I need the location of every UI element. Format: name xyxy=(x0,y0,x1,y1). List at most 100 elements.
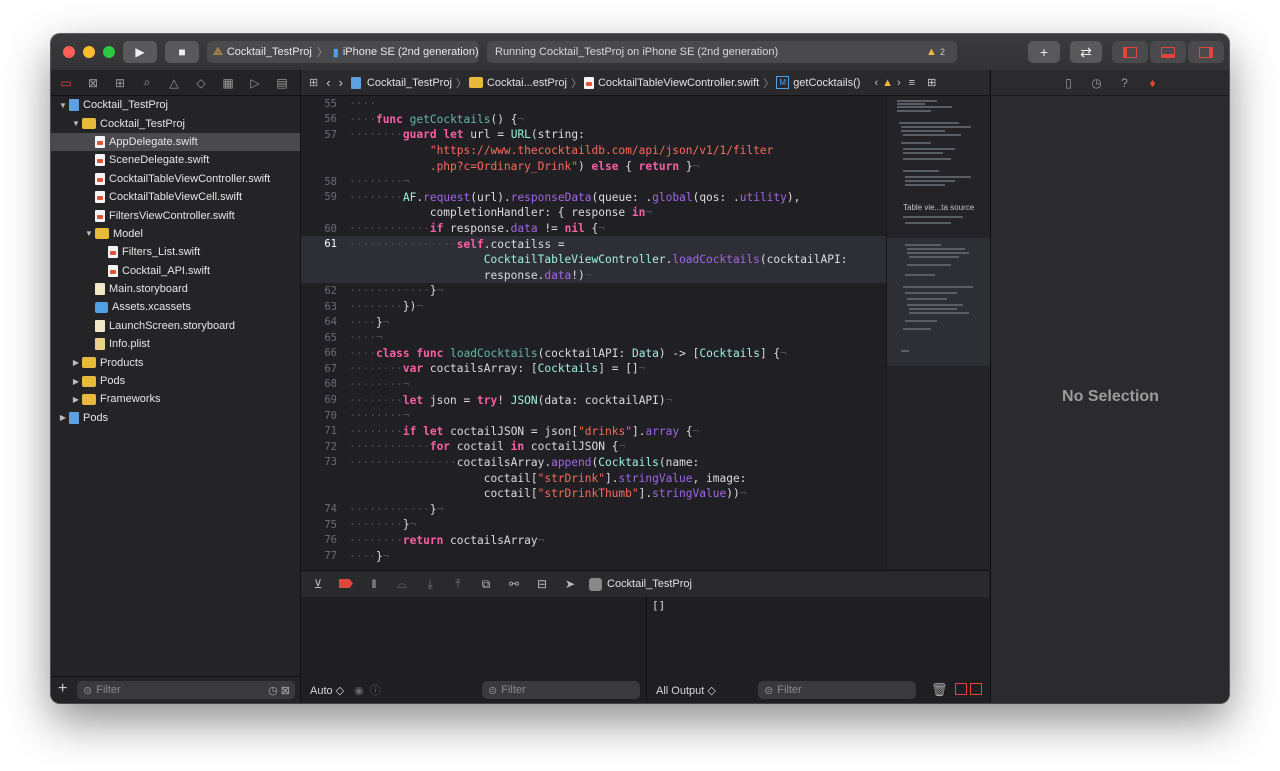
disclosure-triangle-icon[interactable]: ▶ xyxy=(57,413,69,422)
file-tree-item[interactable]: ▶ Pods xyxy=(51,372,300,390)
variables-filter-field[interactable]: ⊜ Filter xyxy=(482,681,640,699)
hide-debug-area-button[interactable]: ⊻ xyxy=(307,577,329,591)
test-navigator-tab[interactable]: ◇ xyxy=(189,74,213,92)
file-tree-item[interactable]: ▼ Model xyxy=(51,225,300,243)
add-editor-icon[interactable]: ⊞ xyxy=(927,76,936,89)
code-line[interactable]: 74 ············}¬ xyxy=(301,501,886,517)
code-line[interactable]: 61 ················self.coctailss = xyxy=(301,236,886,252)
history-inspector-tab[interactable]: ◷ xyxy=(1086,76,1108,90)
code-line[interactable]: .php?c=Ordinary_Drink") else { return }¬ xyxy=(301,158,886,174)
show-variables-toggle[interactable] xyxy=(955,683,967,695)
report-navigator-tab[interactable]: ▤ xyxy=(270,74,294,92)
line-number[interactable]: 73 xyxy=(301,456,337,468)
add-file-button[interactable]: + xyxy=(58,680,67,698)
line-number[interactable]: 67 xyxy=(301,363,337,375)
line-number[interactable]: 76 xyxy=(301,534,337,546)
symbol-navigator-tab[interactable]: ⊞ xyxy=(108,74,132,92)
line-number[interactable]: 58 xyxy=(301,176,337,188)
code-line[interactable]: 72 ············for coctail in coctailJSON… xyxy=(301,439,886,455)
code-line[interactable]: 59 ········AF.request(url).responseData(q… xyxy=(301,190,886,206)
file-tree-item[interactable]: ▶ Pods xyxy=(51,409,300,427)
line-number[interactable]: 59 xyxy=(301,191,337,203)
code-line[interactable]: 69 ········let json = try! JSON(data: coc… xyxy=(301,392,886,408)
minimize-window-button[interactable] xyxy=(83,46,95,58)
issue-navigator-tab[interactable]: △ xyxy=(162,74,186,92)
code-line[interactable]: response.data!)¬ xyxy=(301,267,886,284)
console[interactable]: [] All Output ◇ ⊜ Filter 🗑 xyxy=(646,597,990,703)
code-line[interactable]: 77 ····}¬ xyxy=(301,548,886,564)
code-line[interactable]: 68 ········¬ xyxy=(301,377,886,393)
file-tree-item[interactable]: Info.plist xyxy=(51,335,300,353)
breakpoints-toggle[interactable] xyxy=(335,577,357,591)
line-number[interactable]: 69 xyxy=(301,394,337,406)
code-line[interactable]: 62 ············}¬ xyxy=(301,283,886,299)
code-line[interactable]: 71 ········if let coctailJSON = json["dri… xyxy=(301,423,886,439)
library-button[interactable]: + xyxy=(1028,41,1060,63)
info-icon[interactable]: ⓘ xyxy=(370,682,381,698)
line-number[interactable]: 70 xyxy=(301,410,337,422)
source-control-tab[interactable]: ⊠ xyxy=(81,74,105,92)
warning-icon[interactable]: ▲ xyxy=(882,77,893,89)
file-tree-item[interactable]: ▶ Products xyxy=(51,353,300,371)
line-number[interactable]: 62 xyxy=(301,285,337,297)
code-line[interactable]: "https://www.thecocktaildb.com/api/json/… xyxy=(301,143,886,159)
code-line[interactable]: 67 ········var coctailsArray: [Cocktails]… xyxy=(301,361,886,377)
environment-overrides-button[interactable]: ⊟ xyxy=(531,577,553,591)
trash-icon[interactable]: 🗑 xyxy=(931,682,948,698)
step-over-button[interactable]: ⌓ xyxy=(391,577,413,592)
related-items-icon[interactable]: ⊞ xyxy=(309,76,318,89)
find-navigator-tab[interactable]: ⌕ xyxy=(135,74,159,92)
pause-button[interactable]: ‖ xyxy=(363,577,385,591)
warning-badge[interactable]: ▲ 2 xyxy=(926,46,945,58)
show-console-toggle[interactable] xyxy=(970,683,982,695)
code-line[interactable]: 75 ········}¬ xyxy=(301,517,886,533)
line-number[interactable]: 77 xyxy=(301,550,337,562)
step-into-button[interactable]: ⤓ xyxy=(419,577,441,592)
disclosure-triangle-icon[interactable]: ▶ xyxy=(70,377,82,386)
run-button[interactable]: ▶ xyxy=(123,41,157,63)
view-hierarchy-button[interactable]: ⧉ xyxy=(475,577,497,592)
eye-icon[interactable]: ◉ xyxy=(354,684,364,697)
file-tree-item[interactable]: FiltersViewController.swift xyxy=(51,206,300,224)
console-filter-field[interactable]: ⊜ Filter xyxy=(758,681,916,699)
code-line[interactable]: coctail["strDrinkThumb"].stringValue))¬ xyxy=(301,486,886,502)
next-issue-button[interactable]: › xyxy=(897,77,901,89)
breadcrumb-project[interactable]: Cocktail_TestProj xyxy=(350,76,452,89)
breadcrumb-file[interactable]: CocktailTableViewController.swift xyxy=(583,76,759,89)
code-line[interactable]: coctail["strDrink"].stringValue, image: xyxy=(301,470,886,486)
output-scope-selector[interactable]: All Output ◇ xyxy=(656,684,716,697)
breadcrumb-method[interactable]: MgetCocktails() xyxy=(776,76,860,89)
breakpoint-navigator-tab[interactable]: ▷ xyxy=(243,74,267,92)
forward-button[interactable]: › xyxy=(339,75,343,90)
code-line[interactable]: 64 ····}¬ xyxy=(301,314,886,330)
variables-scope-selector[interactable]: Auto ◇ xyxy=(310,684,344,697)
file-inspector-tab[interactable]: ▯ xyxy=(1058,76,1080,90)
file-tree-item[interactable]: SceneDelegate.swift xyxy=(51,151,300,169)
stop-button[interactable]: ■ xyxy=(165,41,199,63)
code-line[interactable]: 70 ········¬ xyxy=(301,408,886,424)
line-number[interactable]: 56 xyxy=(301,113,337,125)
code-line[interactable]: CocktailTableViewController.loadCocktail… xyxy=(301,251,886,268)
disclosure-triangle-icon[interactable]: ▶ xyxy=(70,358,82,367)
zoom-window-button[interactable] xyxy=(103,46,115,58)
disclosure-triangle-icon[interactable]: ▶ xyxy=(70,395,82,404)
file-tree-item[interactable]: Main.storyboard xyxy=(51,280,300,298)
file-tree-item[interactable]: Cocktail_API.swift xyxy=(51,262,300,280)
code-line[interactable]: 57 ········guard let url = URL(string: xyxy=(301,127,886,143)
line-number[interactable]: 66 xyxy=(301,347,337,359)
code-line[interactable]: 55 ···· xyxy=(301,96,886,112)
source-editor[interactable]: 55 ···· 56 ····func getCocktails() {¬ 57 ····… xyxy=(301,96,886,569)
code-line[interactable]: 63 ········})¬ xyxy=(301,299,886,315)
line-number[interactable]: 72 xyxy=(301,441,337,453)
code-line[interactable]: 60 ············if response.data != nil {¬ xyxy=(301,221,886,237)
line-number[interactable]: 63 xyxy=(301,301,337,313)
file-tree-item[interactable]: CocktailTableViewCell.swift xyxy=(51,188,300,206)
navigator-filter-field[interactable]: ⊜ Filter ◷ ⊠ xyxy=(77,681,295,699)
quick-help-tab[interactable]: ? xyxy=(1114,76,1136,90)
line-number[interactable]: 60 xyxy=(301,223,337,235)
code-line[interactable]: 76 ········return coctailsArray¬ xyxy=(301,533,886,549)
memory-graph-button[interactable]: ⚯ xyxy=(503,577,525,591)
disclosure-triangle-icon[interactable]: ▼ xyxy=(57,101,69,110)
step-out-button[interactable]: ⤒ xyxy=(447,577,469,592)
file-tree-item[interactable]: Assets.xcassets xyxy=(51,298,300,316)
